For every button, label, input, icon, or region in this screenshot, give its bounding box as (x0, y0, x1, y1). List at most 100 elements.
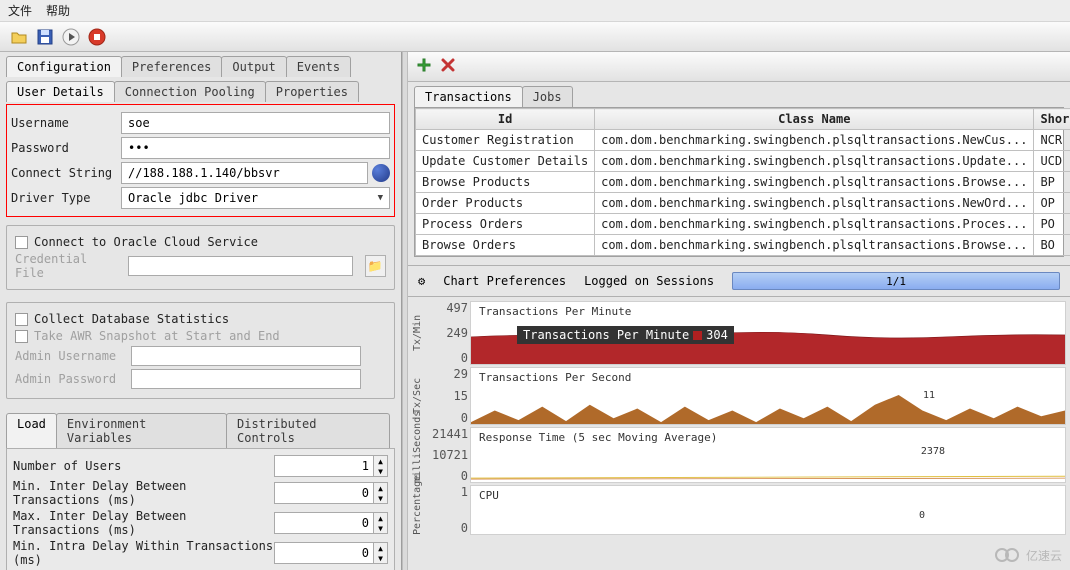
browse-file-icon[interactable]: 📁 (365, 255, 386, 277)
stop-icon[interactable] (86, 26, 108, 48)
min-intra-spinner[interactable]: ▲▼ (374, 542, 388, 564)
driver-type-value: Oracle jdbc Driver (128, 191, 258, 205)
connect-string-field[interactable] (121, 162, 368, 184)
cell-class: com.dom.benchmarking.swingbench.plsqltra… (595, 214, 1034, 235)
table-row[interactable]: Process Orderscom.dom.benchmarking.swing… (416, 214, 1070, 235)
tpm-title: Transactions Per Minute (479, 305, 631, 318)
chart-prefs-label[interactable]: Chart Preferences (443, 274, 566, 288)
tab-distributed[interactable]: Distributed Controls (226, 413, 390, 448)
tpm-tag: Transactions Per Minute304 (517, 326, 734, 344)
admin-password-field[interactable] (131, 369, 361, 389)
tps-ymid: 15 (432, 389, 468, 403)
tps-chart[interactable]: Transactions Per Second 11 (470, 367, 1066, 425)
password-field[interactable] (121, 137, 390, 159)
left-tabs: Configuration Preferences Output Events (0, 52, 401, 77)
save-icon[interactable] (34, 26, 56, 48)
min-inter-spinner[interactable]: ▲▼ (374, 482, 388, 504)
collect-stats-checkbox[interactable] (15, 313, 28, 326)
tab-load[interactable]: Load (6, 413, 57, 448)
sub-tabs: User Details Connection Pooling Properti… (0, 77, 401, 102)
cell-class: com.dom.benchmarking.swingbench.plsqltra… (595, 151, 1034, 172)
tab-connection-pooling[interactable]: Connection Pooling (114, 81, 266, 102)
tps-value-mark: 11 (923, 390, 935, 401)
cpu-value-mark: 0 (919, 510, 925, 521)
num-users-field[interactable] (274, 455, 374, 477)
driver-type-dropdown[interactable]: Oracle jdbc Driver (121, 187, 390, 209)
cell-short: PO (1034, 214, 1070, 235)
menu-file[interactable]: 文件 (8, 2, 32, 19)
resp-ymid: 10721 (432, 448, 468, 462)
remove-icon[interactable] (440, 57, 456, 76)
min-inter-label: Min. Inter Delay Between Transactions (m… (13, 479, 274, 507)
cell-id: Browse Orders (416, 235, 595, 256)
admin-password-label: Admin Password (15, 372, 125, 386)
tab-transactions[interactable]: Transactions (414, 86, 523, 107)
cell-short: NCR (1034, 130, 1070, 151)
connect-string-label: Connect String (11, 166, 121, 180)
min-intra-field[interactable] (274, 542, 374, 564)
cell-class: com.dom.benchmarking.swingbench.plsqltra… (595, 235, 1034, 256)
awr-checkbox (15, 330, 28, 343)
cpu-ymax: 1 (432, 485, 468, 499)
admin-username-field[interactable] (131, 346, 361, 366)
left-pane: Configuration Preferences Output Events … (0, 52, 402, 570)
th-id[interactable]: Id (416, 109, 595, 130)
min-inter-field[interactable] (274, 482, 374, 504)
right-tabs: Transactions Jobs (408, 82, 1070, 107)
tpm-ymid: 249 (432, 326, 468, 340)
play-icon[interactable] (60, 26, 82, 48)
gear-icon[interactable]: ⚙ (418, 274, 425, 288)
sessions-bar: 1/1 (732, 272, 1060, 290)
dbstats-panel: Collect Database Statistics Take AWR Sna… (6, 302, 395, 399)
th-classname[interactable]: Class Name (595, 109, 1034, 130)
cell-short: OP (1034, 193, 1070, 214)
num-users-label: Number of Users (13, 459, 274, 473)
collect-stats-label: Collect Database Statistics (34, 312, 229, 326)
driver-type-label: Driver Type (11, 191, 121, 205)
resp-ymin: 0 (432, 469, 468, 483)
cpu-chart[interactable]: CPU 0 (470, 485, 1066, 535)
test-connection-icon[interactable] (372, 164, 390, 182)
right-pane: Transactions Jobs Id Class Name Short Na… (408, 52, 1070, 570)
charts-area: Tx/Min 4972490 Transactions Per Minute T… (408, 297, 1070, 570)
table-row[interactable]: Browse Orderscom.dom.benchmarking.swingb… (416, 235, 1070, 256)
table-row[interactable]: Browse Productscom.dom.benchmarking.swin… (416, 172, 1070, 193)
tab-properties[interactable]: Properties (265, 81, 359, 102)
table-row[interactable]: Order Productscom.dom.benchmarking.swing… (416, 193, 1070, 214)
table-row[interactable]: Customer Registrationcom.dom.benchmarkin… (416, 130, 1070, 151)
num-users-spinner[interactable]: ▲▼ (374, 455, 388, 477)
tab-output[interactable]: Output (221, 56, 286, 77)
tab-user-details[interactable]: User Details (6, 81, 115, 102)
cell-class: com.dom.benchmarking.swingbench.plsqltra… (595, 130, 1034, 151)
table-row[interactable]: Update Customer Detailscom.dom.benchmark… (416, 151, 1070, 172)
open-icon[interactable] (8, 26, 30, 48)
admin-username-label: Admin Username (15, 349, 125, 363)
cell-id: Update Customer Details (416, 151, 595, 172)
add-icon[interactable] (416, 57, 432, 76)
credential-file-field[interactable] (128, 256, 352, 276)
cell-class: com.dom.benchmarking.swingbench.plsqltra… (595, 172, 1034, 193)
th-shortname[interactable]: Short Name (1034, 109, 1070, 130)
logged-on-label: Logged on Sessions (584, 274, 714, 288)
password-label: Password (11, 141, 121, 155)
username-field[interactable] (121, 112, 390, 134)
tab-configuration[interactable]: Configuration (6, 56, 122, 77)
tab-env-vars[interactable]: Environment Variables (56, 413, 227, 448)
tpm-ymax: 497 (432, 301, 468, 315)
tpm-chart[interactable]: Transactions Per Minute Transactions Per… (470, 301, 1066, 365)
max-inter-spinner[interactable]: ▲▼ (374, 512, 388, 534)
tab-jobs[interactable]: Jobs (522, 86, 573, 107)
min-intra-label: Min. Intra Delay Within Transactions (ms… (13, 539, 274, 567)
cell-id: Order Products (416, 193, 595, 214)
tab-events[interactable]: Events (286, 56, 351, 77)
credential-file-label: Credential File (15, 252, 122, 280)
load-pane: Load Environment Variables Distributed C… (6, 409, 395, 570)
connect-cloud-checkbox[interactable] (15, 236, 28, 249)
right-toolbar (408, 52, 1070, 82)
max-inter-field[interactable] (274, 512, 374, 534)
tab-preferences[interactable]: Preferences (121, 56, 222, 77)
cpu-ylabel: Percentage (412, 485, 432, 535)
menu-help[interactable]: 帮助 (46, 2, 70, 19)
resp-chart[interactable]: Response Time (5 sec Moving Average) 237… (470, 427, 1066, 483)
cell-short: BO (1034, 235, 1070, 256)
